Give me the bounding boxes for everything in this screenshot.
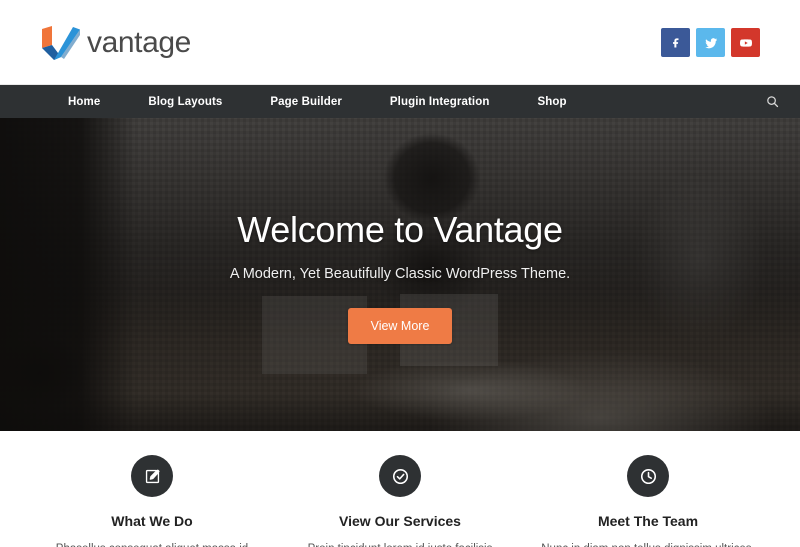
vantage-chevron-logo-icon — [42, 25, 80, 60]
main-navigation: Home Blog Layouts Page Builder Plugin In… — [0, 85, 800, 118]
clock-icon[interactable] — [627, 455, 669, 497]
search-icon[interactable] — [744, 85, 800, 118]
nav-item-page-builder[interactable]: Page Builder — [246, 85, 366, 118]
nav-item-blog-layouts[interactable]: Blog Layouts — [124, 85, 246, 118]
facebook-icon[interactable] — [661, 28, 690, 57]
feature-columns: What We Do Phasellus consequat aliquet m… — [0, 431, 800, 547]
feature-text: Nunc in diam non tellus dignissim ultric… — [538, 541, 758, 547]
feature-title[interactable]: What We Do — [111, 513, 192, 529]
brand-name: vantage — [87, 25, 191, 59]
feature-title[interactable]: View Our Services — [339, 513, 461, 529]
site-header: vantage — [0, 0, 800, 85]
edit-square-icon[interactable] — [131, 455, 173, 497]
site-logo-link[interactable]: vantage — [42, 25, 191, 60]
check-circle-icon[interactable] — [379, 455, 421, 497]
feature-text: Phasellus consequat aliquet massa id con… — [42, 541, 262, 547]
feature-text: Proin tincidunt lorem id justo facilisis… — [290, 541, 510, 547]
feature-what-we-do: What We Do Phasellus consequat aliquet m… — [28, 455, 276, 547]
nav-item-home[interactable]: Home — [42, 85, 124, 118]
hero-content: Welcome to Vantage A Modern, Yet Beautif… — [0, 118, 800, 431]
youtube-icon[interactable] — [731, 28, 760, 57]
nav-list: Home Blog Layouts Page Builder Plugin In… — [42, 85, 591, 118]
twitter-icon[interactable] — [696, 28, 725, 57]
hero-title: Welcome to Vantage — [237, 209, 563, 250]
hero-banner: Welcome to Vantage A Modern, Yet Beautif… — [0, 118, 800, 431]
feature-title[interactable]: Meet The Team — [598, 513, 698, 529]
nav-item-plugin-integration[interactable]: Plugin Integration — [366, 85, 514, 118]
page-root: vantage Home Blog Layouts Page Builder P… — [0, 0, 800, 547]
feature-view-our-services: View Our Services Proin tincidunt lorem … — [276, 455, 524, 547]
view-more-button[interactable]: View More — [347, 307, 453, 344]
nav-item-shop[interactable]: Shop — [513, 85, 590, 118]
social-links — [661, 28, 760, 57]
hero-subtitle: A Modern, Yet Beautifully Classic WordPr… — [229, 265, 571, 282]
feature-meet-the-team: Meet The Team Nunc in diam non tellus di… — [524, 455, 772, 547]
